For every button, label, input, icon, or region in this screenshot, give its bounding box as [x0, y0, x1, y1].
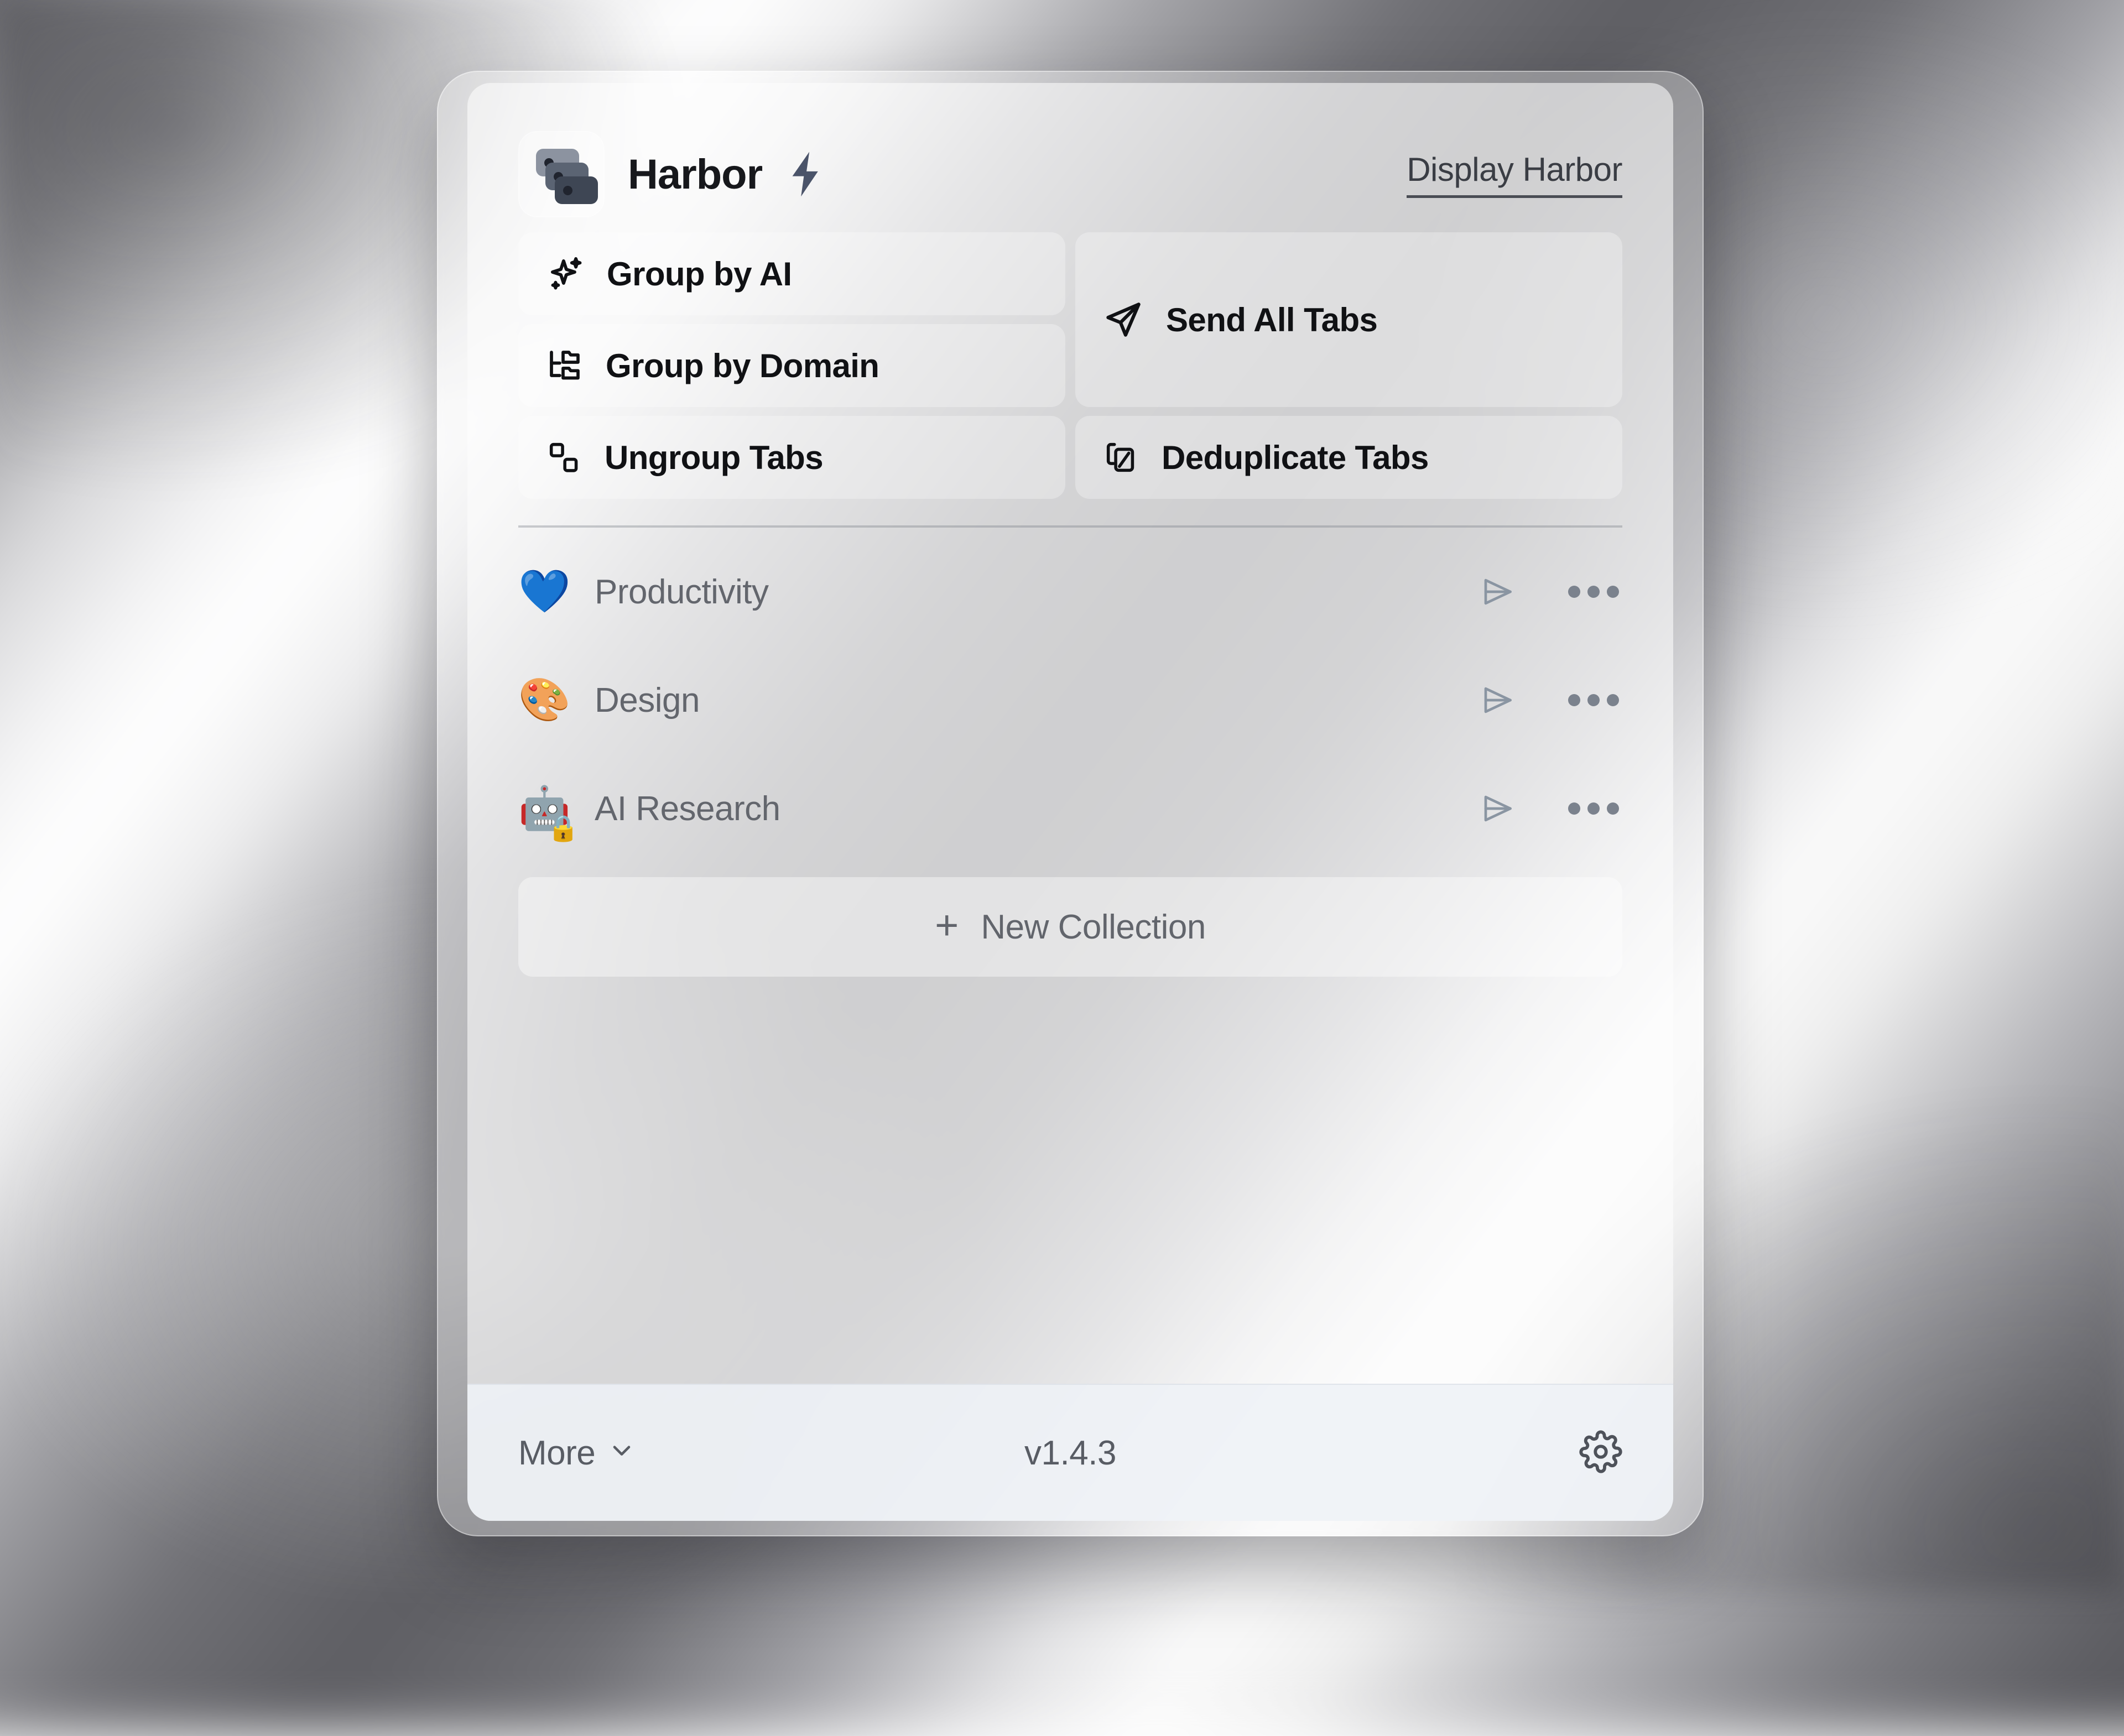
- ungroup-tabs-label: Ungroup Tabs: [605, 439, 823, 477]
- new-collection-button[interactable]: + New Collection: [518, 877, 1622, 977]
- group-by-domain-label: Group by Domain: [606, 347, 879, 385]
- collection-row-design[interactable]: 🎨 Design: [518, 646, 1622, 754]
- lightning-bolt-icon: [785, 149, 825, 200]
- collection-name: Design: [595, 681, 1456, 720]
- chevron-down-icon: [607, 1433, 636, 1473]
- popup-content: Harbor Display Harbor: [467, 83, 1673, 1384]
- plus-icon: +: [935, 905, 959, 946]
- collection-row-productivity[interactable]: 💙 Productivity: [518, 538, 1622, 646]
- settings-gear-button[interactable]: [1579, 1430, 1622, 1476]
- deduplicate-tabs-label: Deduplicate Tabs: [1162, 439, 1429, 477]
- artist-palette-emoji: 🎨: [518, 679, 571, 721]
- folder-tree-icon: [545, 346, 585, 385]
- send-collection-icon[interactable]: [1480, 682, 1516, 718]
- send-all-tabs-button[interactable]: Send All Tabs: [1075, 232, 1622, 407]
- group-by-ai-button[interactable]: Group by AI: [518, 232, 1065, 315]
- display-harbor-link[interactable]: Display Harbor: [1407, 150, 1622, 198]
- new-collection-label: New Collection: [981, 908, 1206, 947]
- collections-list: 💙 Productivity 🎨 Design: [518, 528, 1622, 863]
- send-plane-icon: [1102, 298, 1145, 341]
- group-by-domain-button[interactable]: Group by Domain: [518, 324, 1065, 407]
- harbor-extension-popup: Harbor Display Harbor: [467, 83, 1673, 1521]
- collection-more-menu-icon[interactable]: [1568, 586, 1619, 598]
- copy-slash-icon: [1102, 438, 1141, 477]
- gear-icon: [1579, 1430, 1622, 1476]
- collection-row-ai-research[interactable]: 🤖 🔒 AI Research: [518, 754, 1622, 863]
- ungroup-squares-icon: [545, 438, 584, 477]
- stacked-tabs-logo-icon: [518, 131, 605, 217]
- blue-heart-emoji: 💙: [518, 571, 571, 613]
- popup-footer: More v1.4.3: [467, 1384, 1673, 1521]
- send-all-tabs-label: Send All Tabs: [1166, 301, 1377, 339]
- send-collection-icon[interactable]: [1480, 574, 1516, 610]
- collection-name: AI Research: [595, 789, 1456, 828]
- version-label: v1.4.3: [518, 1433, 1622, 1473]
- lock-icon: 🔒: [548, 815, 579, 841]
- app-title: Harbor: [628, 150, 762, 199]
- popup-header: Harbor Display Harbor: [518, 116, 1622, 232]
- robot-emoji: 🤖 🔒: [518, 788, 571, 830]
- ungroup-tabs-button[interactable]: Ungroup Tabs: [518, 416, 1065, 499]
- group-by-ai-label: Group by AI: [607, 255, 792, 293]
- brand-block: Harbor: [518, 131, 825, 217]
- collection-more-menu-icon[interactable]: [1568, 802, 1619, 815]
- more-label: More: [518, 1433, 595, 1473]
- send-collection-icon[interactable]: [1480, 790, 1516, 827]
- more-menu-button[interactable]: More: [518, 1433, 636, 1473]
- collection-name: Productivity: [595, 572, 1456, 612]
- action-button-grid: Group by AI Group by Domain: [518, 232, 1622, 499]
- sparkles-icon: [545, 253, 586, 294]
- deduplicate-tabs-button[interactable]: Deduplicate Tabs: [1075, 416, 1622, 499]
- collection-more-menu-icon[interactable]: [1568, 694, 1619, 706]
